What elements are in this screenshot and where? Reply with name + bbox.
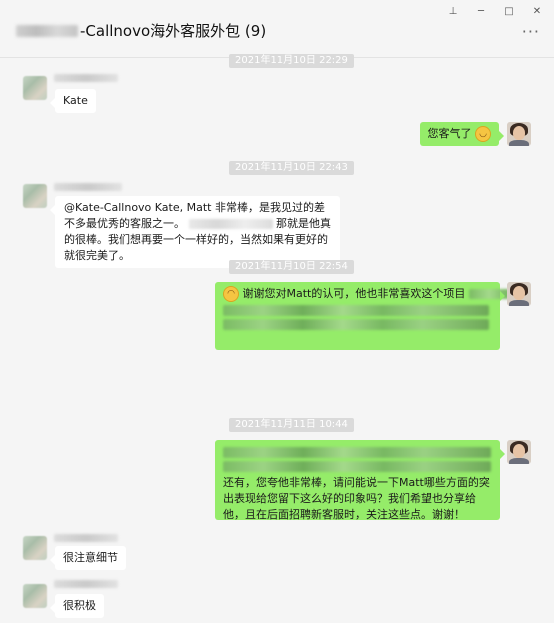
message-bubble: Kate <box>50 89 96 113</box>
smile-emoji-icon: ◡ <box>475 126 491 142</box>
avatar-face <box>513 286 525 300</box>
sender-name-redacted <box>54 183 122 191</box>
timestamp: 2021年11月10日 22:54 <box>229 260 354 274</box>
redacted-group-name <box>16 25 78 37</box>
avatar-body <box>509 300 529 306</box>
message-bubble: @Kate-Callnovo Kate, Matt 非常棒，是我见过的差不多最优… <box>50 196 340 268</box>
close-button[interactable]: ✕ <box>528 4 546 18</box>
message-bubble: 还有，您夸他非常棒，请问能说一下Matt哪些方面的突出表现给您留下这么好的印象吗… <box>215 440 505 521</box>
redacted-text <box>223 319 489 330</box>
redacted-text <box>188 219 273 229</box>
redacted-text <box>223 461 491 472</box>
timestamp: 2021年11月10日 22:29 <box>229 54 354 68</box>
redacted-text <box>223 305 489 316</box>
sender-name-redacted <box>54 580 118 588</box>
avatar[interactable] <box>507 122 531 146</box>
chat-header: ⊥ ─ □ ✕ -Callnovo海外客服外包 (9) ··· <box>0 0 554 58</box>
maximize-button[interactable]: □ <box>500 4 518 18</box>
message-bubble: 很注意细节 <box>50 546 126 570</box>
grin-emoji-icon: ◠ <box>223 286 239 302</box>
sender-name-redacted <box>54 74 118 82</box>
more-options-button[interactable]: ··· <box>522 22 540 41</box>
redacted-text <box>223 447 491 458</box>
avatar[interactable] <box>23 584 47 608</box>
avatar[interactable] <box>23 536 47 560</box>
timestamp: 2021年11月11日 10:44 <box>229 418 354 432</box>
minimize-button[interactable]: ─ <box>472 4 490 18</box>
avatar-body <box>509 140 529 146</box>
avatar[interactable] <box>23 184 47 208</box>
message-text: 您客气了 <box>427 127 472 140</box>
avatar-face <box>513 126 525 140</box>
sender-name-redacted <box>54 534 118 542</box>
message-bubble: 您客气了 ◡ <box>419 122 504 146</box>
window-controls: ⊥ ─ □ ✕ <box>444 4 546 18</box>
avatar[interactable] <box>23 76 47 100</box>
avatar-body <box>509 458 529 464</box>
chat-title: -Callnovo海外客服外包 (9) <box>80 22 267 40</box>
avatar[interactable] <box>507 440 531 464</box>
message-text: 还有，您夸他非常棒，请问能说一下Matt哪些方面的突出表现给您留下这么好的印象吗… <box>223 476 490 521</box>
pin-icon[interactable]: ⊥ <box>444 4 462 18</box>
avatar[interactable] <box>507 282 531 306</box>
message-text: 谢谢您对Matt的认可，他也非常喜欢这个项目 <box>242 287 466 300</box>
timestamp: 2021年11月10日 22:43 <box>229 161 354 175</box>
avatar-face <box>513 444 525 458</box>
message-bubble: 很积极 <box>50 594 104 618</box>
redacted-text <box>468 289 509 299</box>
message-bubble: ◠ 谢谢您对Matt的认可，他也非常喜欢这个项目 <box>215 282 509 350</box>
message-first-line: ◠ 谢谢您对Matt的认可，他也非常喜欢这个项目 <box>223 286 509 302</box>
